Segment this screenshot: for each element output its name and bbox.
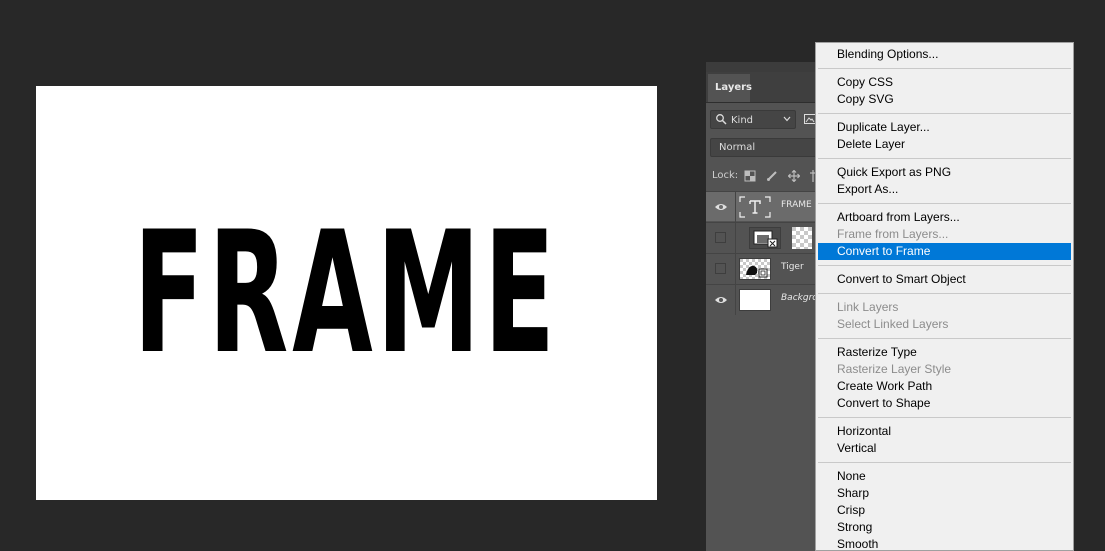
menu-separator [818,113,1071,114]
text-layer-thumbnail [739,196,771,218]
menu-item-create-work-path[interactable]: Create Work Path [818,378,1071,395]
visibility-divider [735,192,736,222]
menu-item-sharp[interactable]: Sharp [818,485,1071,502]
eye-icon[interactable] [714,202,728,212]
blend-mode-select[interactable]: Normal [710,138,826,157]
layer-name: Backgro [781,293,818,303]
visibility-divider [735,223,736,253]
menu-item-blending-options[interactable]: Blending Options... [818,46,1071,63]
menu-item-crisp[interactable]: Crisp [818,502,1071,519]
menu-item-rasterize-layer-style: Rasterize Layer Style [837,362,952,376]
menu-separator [818,203,1071,204]
menu-item-link-layers: Link Layers [837,300,899,314]
menu-item-none[interactable]: None [818,468,1071,485]
menu-item-frame-from-layers: Frame from Layers... [837,227,949,241]
menu-separator [818,265,1071,266]
background-layer-thumbnail [739,289,771,311]
menu-separator [818,158,1071,159]
menu-separator [818,338,1071,339]
menu-item-delete-layer[interactable]: Delete Layer [818,136,1071,153]
frame-layer-thumbnail [749,227,781,249]
layer-row-tiger[interactable]: Tiger [706,253,826,284]
text-tool-icon [739,196,771,218]
panel-title-bar[interactable] [706,62,826,72]
lock-transparent-pixels-icon[interactable] [744,170,756,182]
menu-separator [818,417,1071,418]
tiger-layer-thumbnail [739,258,771,280]
tab-layers[interactable]: Layers [708,74,752,102]
frame-icon [753,230,778,248]
layers-panel: Layers Kind Normal Lock: FRAME Tiger Bac… [706,62,826,551]
menu-item-strong[interactable]: Strong [818,519,1071,536]
menu-item-convert-to-smart-object[interactable]: Convert to Smart Object [818,271,1071,288]
menu-item-convert-to-frame[interactable]: Convert to Frame [818,243,1071,260]
lock-label: Lock: [712,170,739,181]
layer-name: FRAME [781,200,812,210]
chevron-down-icon [783,116,791,122]
menu-item-vertical[interactable]: Vertical [818,440,1071,457]
menu-item-smooth[interactable]: Smooth [818,536,1071,550]
lock-position-icon[interactable] [788,170,800,182]
layer-row-frame[interactable] [706,222,826,253]
visibility-toggle-off[interactable] [715,263,726,274]
layer-row-background[interactable]: Backgro [706,284,826,315]
smart-object-icon [746,265,768,278]
menu-item-duplicate-layer[interactable]: Duplicate Layer... [818,119,1071,136]
frame-content-thumbnail [792,227,812,249]
lock-row: Lock: [706,166,826,186]
menu-item-rasterize-type[interactable]: Rasterize Type [818,344,1071,361]
eye-icon[interactable] [714,295,728,305]
panel-tab-row: Layers [706,72,826,103]
layer-kind-filter[interactable]: Kind [710,110,796,129]
menu-item-export-as[interactable]: Export As... [818,181,1071,198]
search-icon [716,114,727,125]
menu-separator [818,293,1071,294]
menu-item-convert-to-shape[interactable]: Convert to Shape [818,395,1071,412]
canvas-text-frame[interactable]: FRAME [134,209,559,377]
layer-row-frame-text[interactable]: FRAME [706,191,826,222]
layer-context-menu: Blending Options... Copy CSS Copy SVG Dupli… [815,42,1074,551]
visibility-toggle-off[interactable] [715,232,726,243]
menu-item-horizontal[interactable]: Horizontal [818,423,1071,440]
canvas-document[interactable]: FRAME [36,86,657,500]
menu-item-artboard-from-layers[interactable]: Artboard from Layers... [818,209,1071,226]
lock-image-pixels-icon[interactable] [766,170,778,182]
visibility-divider [735,285,736,315]
menu-item-quick-export-as-png[interactable]: Quick Export as PNG [818,164,1071,181]
menu-separator [818,68,1071,69]
visibility-divider [735,254,736,284]
menu-item-copy-css[interactable]: Copy CSS [818,74,1071,91]
layer-name: Tiger [781,262,804,272]
menu-item-select-linked-layers: Select Linked Layers [837,317,949,331]
menu-item-copy-svg[interactable]: Copy SVG [818,91,1071,108]
menu-separator [818,462,1071,463]
kind-filter-label: Kind [731,115,754,126]
